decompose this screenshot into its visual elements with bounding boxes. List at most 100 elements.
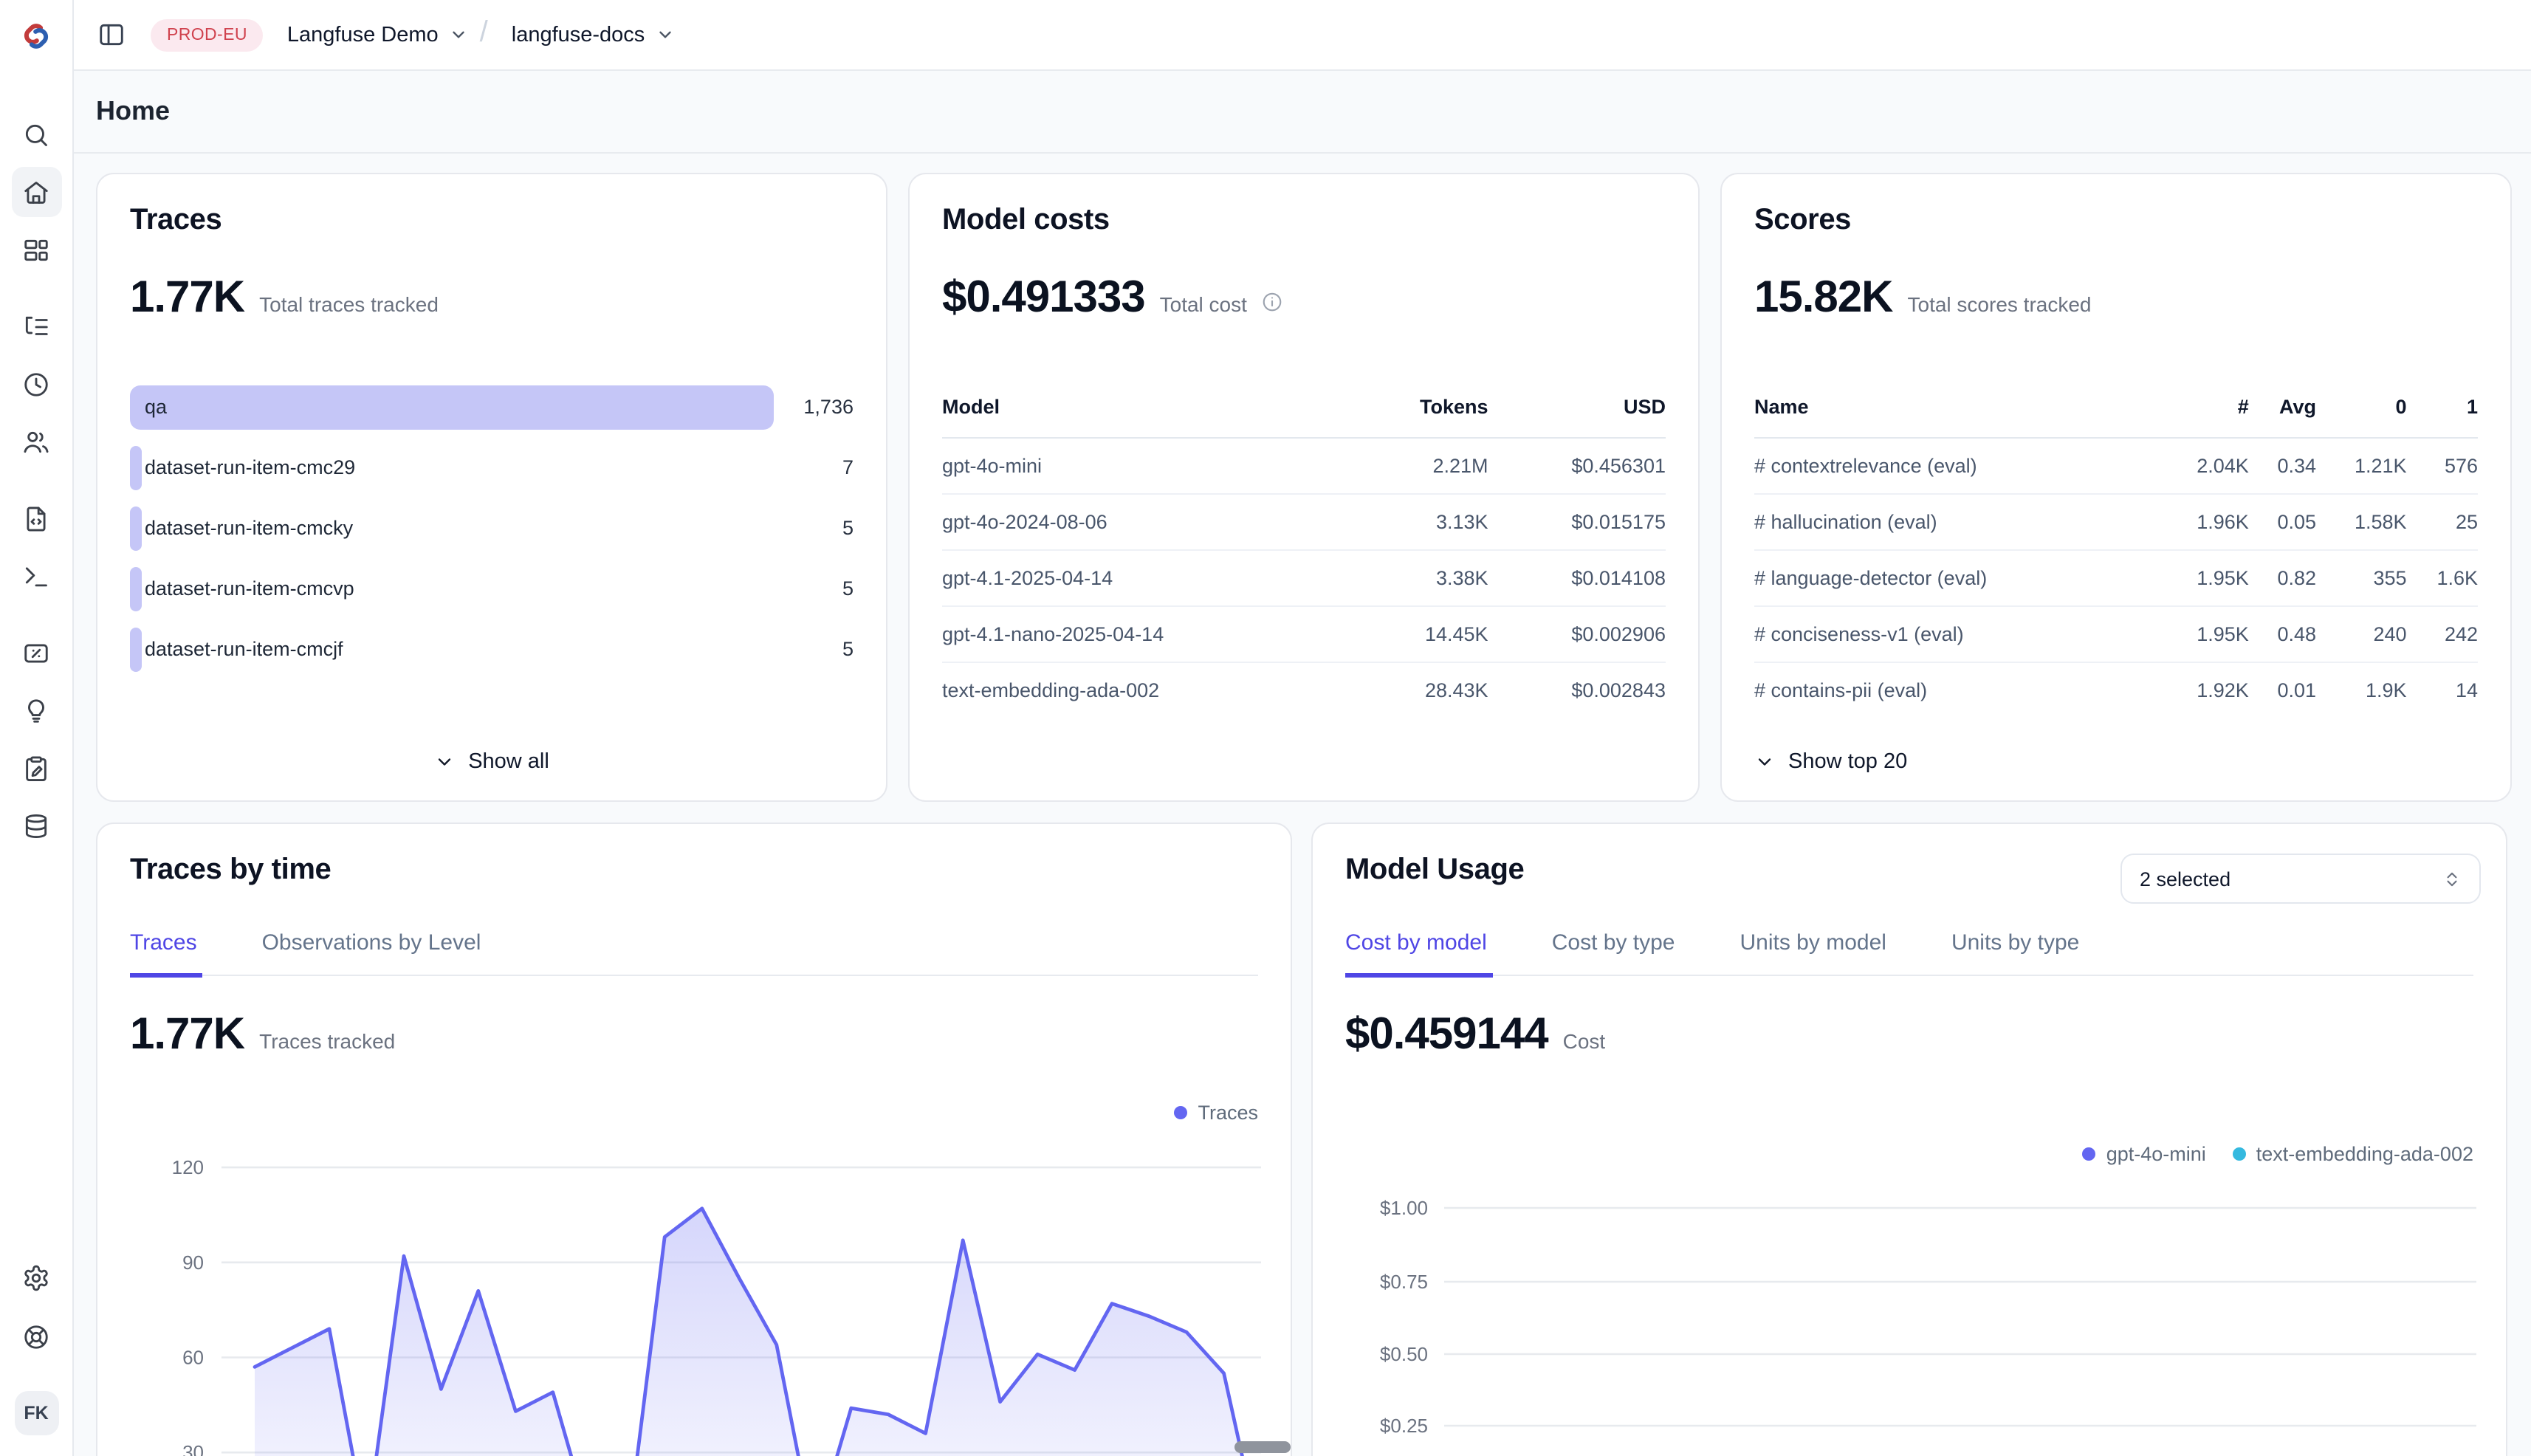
- trace-bar: [130, 506, 142, 551]
- score-row: # conciseness-v1 (eval)1.95K0.48240242: [1754, 606, 2478, 662]
- model-usage-card: Model Usage 2 selected Cost by modelCost…: [1311, 823, 2507, 1456]
- sidebar-toggle-icon[interactable]: [97, 21, 126, 49]
- users-icon: [22, 427, 50, 456]
- sidebar-item-grid[interactable]: [11, 224, 61, 275]
- info-icon[interactable]: [1262, 291, 1284, 313]
- trace-bar-row[interactable]: dataset-run-item-cmc29 7: [130, 446, 854, 490]
- column-header: Tokens: [1359, 396, 1488, 438]
- sidebar-item-file-code[interactable]: [11, 493, 61, 543]
- sidebar-item-search[interactable]: [11, 109, 61, 159]
- column-header: Avg: [2249, 396, 2316, 438]
- column-header: 0: [2316, 396, 2407, 438]
- project-name: langfuse-docs: [512, 23, 645, 47]
- svg-text:$1.00: $1.00: [1380, 1197, 1428, 1219]
- score-row: # language-detector (eval)1.95K0.823551.…: [1754, 550, 2478, 606]
- search-icon: [22, 120, 50, 148]
- trace-bar: [130, 567, 142, 611]
- env-badge[interactable]: PROD-EU: [151, 18, 264, 51]
- terminal-icon: [22, 562, 50, 590]
- traces-chart-legend: Traces: [1174, 1102, 1258, 1124]
- sidebar-bottom: FK: [0, 1252, 72, 1435]
- tab-observations-by-level[interactable]: Observations by Level: [262, 930, 487, 975]
- traces-by-time-tabs: Traces Observations by Level: [130, 930, 1258, 976]
- svg-text:30: 30: [182, 1441, 204, 1456]
- sidebar-item-percent-square[interactable]: [11, 628, 61, 678]
- org-switcher[interactable]: Langfuse Demo: [287, 23, 468, 47]
- column-header: Name: [1754, 396, 2158, 438]
- trace-name: dataset-run-item-cmcvp: [145, 567, 354, 611]
- show-top-20-button[interactable]: Show top 20: [1754, 750, 1907, 774]
- tab-units-by-model[interactable]: Units by model: [1740, 930, 1892, 975]
- card-title: Scores: [1754, 201, 2478, 239]
- cost-value: $0.459144: [1345, 1012, 1548, 1059]
- card-title: Traces by time: [130, 851, 1258, 889]
- trace-name: dataset-run-item-cmc29: [145, 446, 355, 490]
- traces-by-time-card: Traces by time Traces Observations by Lev…: [96, 823, 1292, 1456]
- sidebar-item-terminal[interactable]: [11, 551, 61, 601]
- card-title: Traces: [130, 201, 854, 239]
- langfuse-logo[interactable]: [0, 0, 72, 71]
- sidebar-item-database[interactable]: [11, 800, 61, 851]
- svg-text:90: 90: [182, 1251, 204, 1274]
- svg-text:$0.75: $0.75: [1380, 1271, 1428, 1293]
- trace-count: 5: [842, 628, 854, 672]
- svg-text:$0.50: $0.50: [1380, 1343, 1428, 1365]
- traces-bar-list: qa1,736dataset-run-item-cmc297dataset-ru…: [130, 385, 854, 672]
- sidebar-item-lightbulb[interactable]: [11, 685, 61, 735]
- lightbulb-icon: [22, 696, 50, 724]
- project-switcher[interactable]: langfuse-docs: [512, 23, 675, 47]
- model-cost-row: gpt-4.1-2025-04-143.38K$0.014108: [942, 550, 1666, 606]
- model-cost-row: gpt-4o-2024-08-063.13K$0.015175: [942, 494, 1666, 550]
- trace-count: 7: [842, 446, 854, 490]
- chevron-down-icon: [1754, 752, 1775, 772]
- model-costs-total-label: Total cost: [1160, 292, 1247, 316]
- legend-item: Traces: [1174, 1102, 1258, 1124]
- trace-bar-row[interactable]: dataset-run-item-cmcjf5: [130, 628, 854, 672]
- traces-total-label: Total traces tracked: [259, 292, 439, 316]
- tab-units-by-type[interactable]: Units by type: [1951, 930, 2085, 975]
- app-root: FK PROD-EU Langfuse Demo / langfuse-docs…: [0, 0, 2531, 1456]
- horizontal-scrollbar-thumb[interactable]: [1234, 1441, 1291, 1453]
- show-all-button[interactable]: Show all: [97, 750, 886, 774]
- org-name: Langfuse Demo: [287, 23, 439, 47]
- sidebar-item-clipboard-pen[interactable]: [11, 743, 61, 793]
- clock-icon: [22, 370, 50, 398]
- traces-tracked: 1.77K: [130, 1012, 244, 1059]
- sidebar-item-users[interactable]: [11, 416, 61, 467]
- cost-label: Cost: [1563, 1029, 1606, 1053]
- model-costs-card: Model costs $0.491333 Total cost ModelTo…: [908, 173, 1700, 802]
- trace-bar-row[interactable]: dataset-run-item-cmcvp5: [130, 567, 854, 611]
- model-cost-row: text-embedding-ada-00228.43K$0.002843: [942, 662, 1666, 718]
- column-header: USD: [1488, 396, 1666, 438]
- list-tree-icon: [22, 312, 50, 340]
- sidebar-nav: [0, 71, 72, 877]
- card-title: Model costs: [942, 201, 1666, 239]
- sidebar-item-list-tree[interactable]: [11, 301, 61, 351]
- file-code-icon: [22, 504, 50, 532]
- scores-table: Name#Avg01# contextrelevance (eval)2.04K…: [1754, 396, 2478, 718]
- traces-card: Traces 1.77K Total traces tracked qa1,73…: [96, 173, 887, 802]
- chevron-down-icon: [434, 752, 455, 772]
- tab-traces[interactable]: Traces: [130, 930, 203, 977]
- tab-cost-by-type[interactable]: Cost by type: [1552, 930, 1681, 975]
- score-row: # contextrelevance (eval)2.04K0.341.21K5…: [1754, 438, 2478, 494]
- sidebar-item-gear[interactable]: [11, 1252, 61, 1302]
- sidebar-item-home[interactable]: [11, 167, 61, 217]
- topbar: PROD-EU Langfuse Demo / langfuse-docs: [74, 0, 2531, 71]
- page-header: Home: [74, 71, 2531, 154]
- trace-bar-row[interactable]: dataset-run-item-cmcky5: [130, 506, 854, 551]
- trace-bar-row[interactable]: qa1,736: [130, 385, 854, 430]
- trace-name: qa: [145, 385, 167, 430]
- trace-bar: [130, 628, 142, 672]
- model-select-dropdown[interactable]: 2 selected: [2120, 854, 2481, 904]
- traces-total: 1.77K: [130, 275, 244, 322]
- sidebar-item-lifebuoy[interactable]: [11, 1311, 61, 1361]
- score-row: # hallucination (eval)1.96K0.051.58K25: [1754, 494, 2478, 550]
- column-header: #: [2158, 396, 2249, 438]
- tab-cost-by-model[interactable]: Cost by model: [1345, 930, 1493, 977]
- sidebar-item-clock[interactable]: [11, 359, 61, 409]
- legend-dot-icon: [1174, 1106, 1187, 1119]
- chevron-down-icon: [655, 25, 674, 44]
- svg-text:60: 60: [182, 1347, 204, 1369]
- avatar[interactable]: FK: [14, 1391, 58, 1435]
